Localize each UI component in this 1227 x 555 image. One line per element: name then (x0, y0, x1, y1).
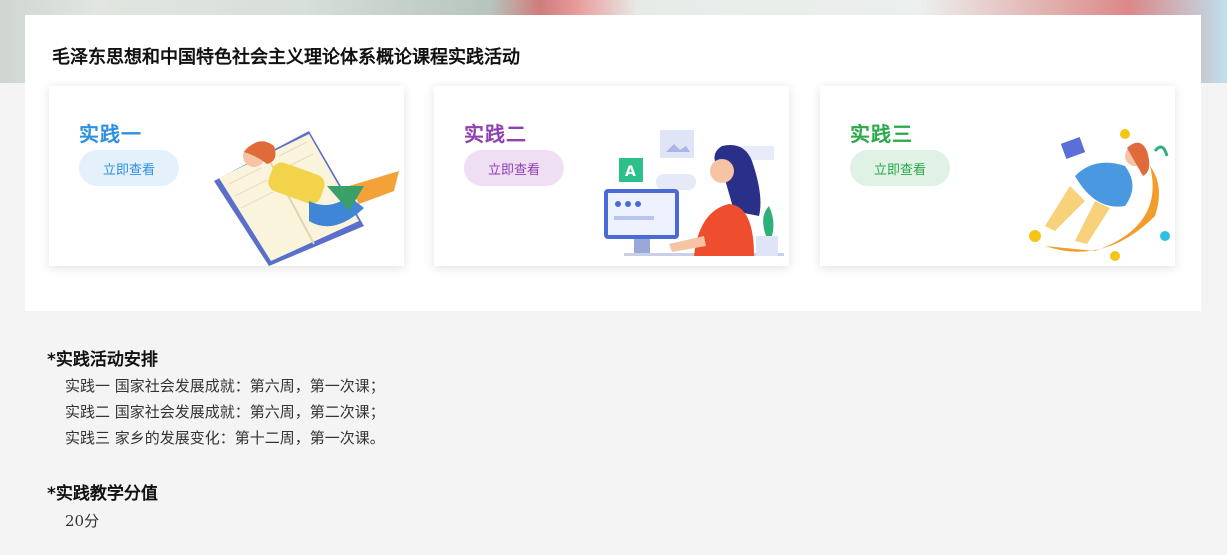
page-title: 毛泽东思想和中国特色社会主义理论体系概论课程实践活动 (52, 47, 520, 68)
practice-card-3[interactable]: 实践三 立即查看 (820, 86, 1175, 266)
card-title: 实践三 (850, 122, 913, 146)
card-title: 实践二 (464, 122, 527, 146)
schedule-line: 实践三 家乡的发展变化：第十二周，第一次课。 (65, 429, 385, 447)
schedule-line: 实践二 国家社会发展成就：第六周，第二次课； (65, 403, 385, 421)
schedule-section: *实践活动安排 实践一 国家社会发展成就：第六周，第一次课； 实践二 国家社会发… (47, 345, 385, 451)
card-title: 实践一 (79, 122, 142, 146)
view-now-button[interactable]: 立即查看 (464, 150, 564, 186)
schedule-title: *实践活动安排 (47, 350, 158, 370)
computer-woman-illustration: A (604, 130, 784, 256)
practice-card-1[interactable]: 实践一 立即查看 (49, 86, 404, 266)
svg-text:A: A (625, 164, 636, 180)
celebration-illustration (1029, 129, 1170, 261)
activities-panel: 毛泽东思想和中国特色社会主义理论体系概论课程实践活动 实践一 立即查看 实践二 … (25, 15, 1201, 311)
view-now-button[interactable]: 立即查看 (79, 150, 179, 186)
view-now-button[interactable]: 立即查看 (850, 150, 950, 186)
schedule-line: 实践一 国家社会发展成就：第六周，第一次课； (65, 377, 385, 395)
practice-card-2[interactable]: 实践二 立即查看 A (434, 86, 789, 266)
score-value: 20分 (65, 512, 100, 530)
reading-girl-illustration (214, 131, 399, 266)
score-section: *实践教学分值 20分 (47, 479, 158, 534)
score-title: *实践教学分值 (47, 484, 158, 504)
